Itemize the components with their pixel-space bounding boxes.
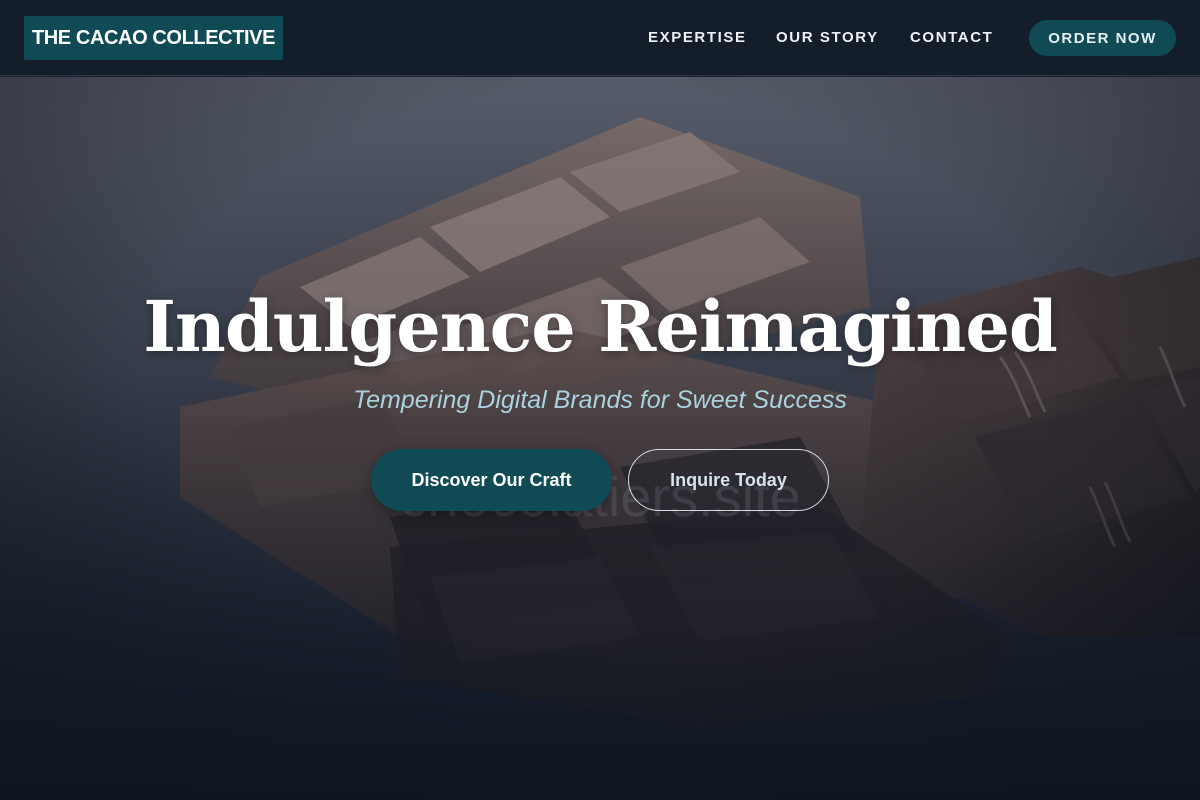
inquire-today-button[interactable]: Inquire Today xyxy=(628,449,829,511)
hero-section: chocolatiers.site xyxy=(0,77,1200,800)
order-now-button[interactable]: ORDER NOW xyxy=(1029,20,1176,56)
site-header: THE CACAO COLLECTIVE EXPERTISE OUR STORY… xyxy=(0,0,1200,76)
hero-title: Indulgence Reimagined xyxy=(143,285,1058,368)
hero-overlay xyxy=(0,77,1200,800)
brand-logo[interactable]: THE CACAO COLLECTIVE xyxy=(24,16,283,60)
nav-link-contact[interactable]: CONTACT xyxy=(910,29,993,47)
nav-link-expertise[interactable]: EXPERTISE xyxy=(648,29,747,47)
hero-subtitle: Tempering Digital Brands for Sweet Succe… xyxy=(353,386,847,414)
discover-craft-button[interactable]: Discover Our Craft xyxy=(371,449,612,511)
nav-link-our-story[interactable]: OUR STORY xyxy=(776,29,879,47)
